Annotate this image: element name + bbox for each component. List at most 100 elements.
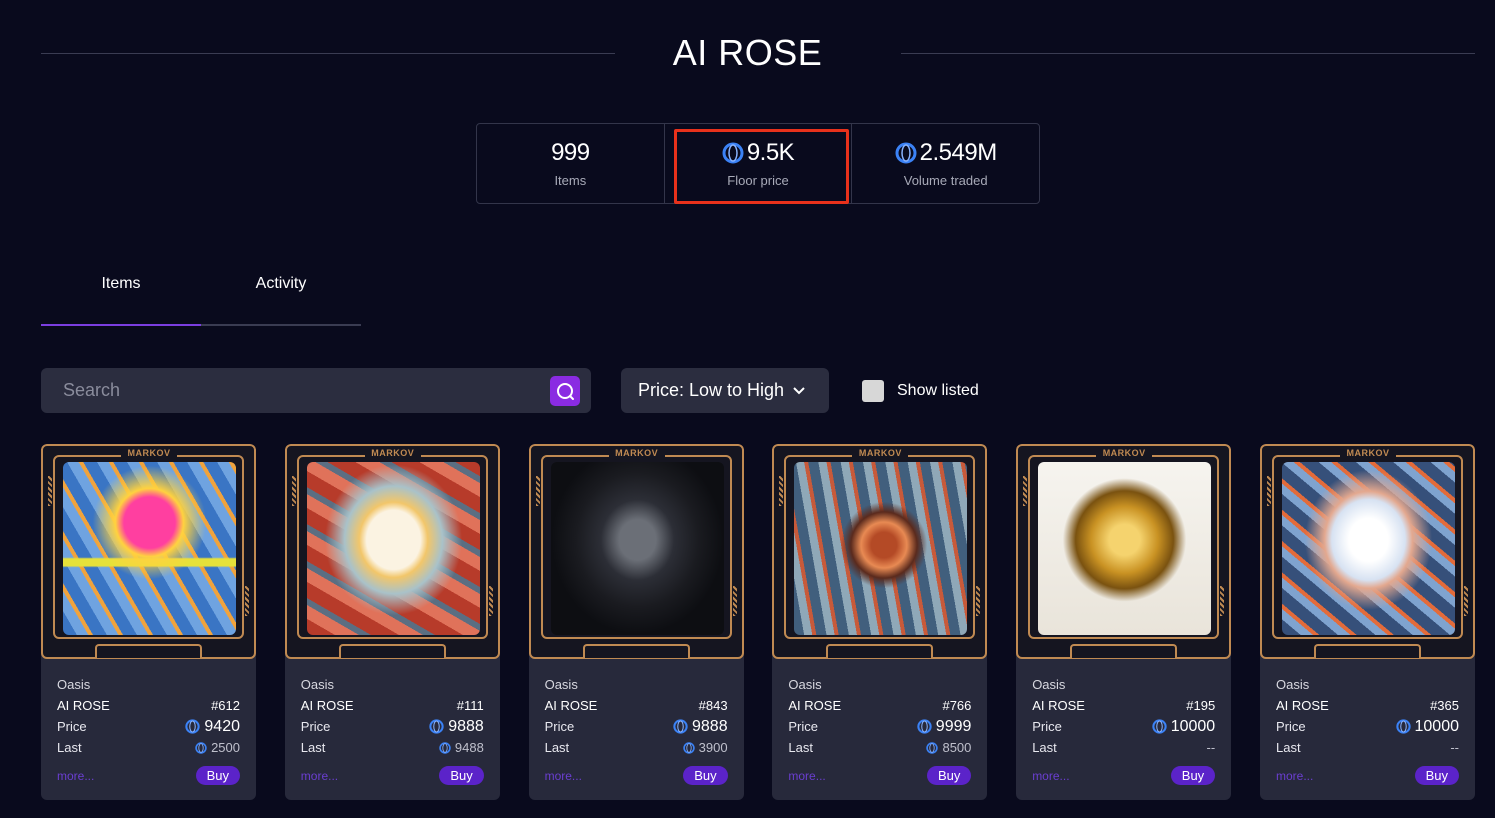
price-label: Price (57, 719, 87, 734)
oasis-token-icon (1395, 719, 1411, 734)
price-amount: 9999 (935, 717, 972, 735)
card-frame: MARKOV (41, 444, 256, 659)
frame-hatch (245, 586, 249, 616)
nft-name: AI ROSE (544, 698, 598, 713)
frame-bottom-tab (1314, 644, 1421, 658)
buy-button[interactable]: Buy (1414, 766, 1459, 785)
tab-items[interactable]: Items (41, 266, 201, 326)
token-id: #612 (211, 698, 240, 713)
stat-floor-price: 9.5K Floor price (663, 124, 852, 203)
nft-card[interactable]: MARKOV Oasis AI ROSE #843 Price 9888 Las… (528, 444, 744, 800)
frame-hatch (488, 586, 493, 616)
price-value: 9888 (673, 718, 728, 736)
frame-hatch (976, 586, 981, 616)
price-amount: 10000 (1414, 717, 1460, 735)
show-listed-toggle[interactable]: Show listed (862, 380, 979, 402)
last-label: Last (1276, 740, 1301, 755)
frame-label: MARKOV (608, 448, 665, 462)
frame-hatch (779, 476, 784, 506)
last-label: Last (57, 740, 82, 755)
card-frame: MARKOV (772, 444, 988, 659)
search-button[interactable] (550, 376, 580, 406)
buy-button[interactable]: Buy (683, 766, 728, 785)
card-footer: more... Buy (545, 766, 728, 785)
last-value: 3900 (682, 740, 728, 755)
price-amount: 9420 (204, 717, 240, 735)
stat-value-text: 999 (551, 139, 590, 166)
card-footer: more... Buy (301, 766, 484, 785)
more-link[interactable]: more... (1032, 769, 1069, 783)
frame-bottom-tab (826, 644, 934, 658)
price-label: Price (788, 719, 819, 734)
nft-card[interactable]: MARKOV Oasis AI ROSE #111 Price 9888 Las… (284, 444, 500, 800)
token-id: #766 (942, 698, 972, 713)
card-info: Oasis AI ROSE #111 Price 9888 Last 9488 (301, 674, 484, 758)
more-link[interactable]: more... (1276, 769, 1313, 783)
nft-image[interactable] (1282, 462, 1455, 635)
price-value: 10000 (1152, 718, 1215, 736)
nft-image[interactable] (63, 462, 236, 635)
nft-card[interactable]: MARKOV Oasis AI ROSE #195 Price 10000 La… (1016, 444, 1232, 800)
nft-name: AI ROSE (788, 698, 842, 713)
frame-bottom-tab (1070, 644, 1178, 658)
buy-button[interactable]: Buy (926, 766, 972, 785)
nft-card[interactable]: MARKOV Oasis AI ROSE #766 Price 9999 Las… (772, 444, 988, 800)
last-value: 8500 (926, 740, 971, 755)
card-footer: more... Buy (57, 766, 240, 785)
frame-hatch (48, 476, 52, 506)
card-info: Oasis AI ROSE #195 Price 10000 Last -- (1032, 674, 1215, 758)
last-value: -- (1207, 740, 1216, 755)
card-info: Oasis AI ROSE #365 Price 10000 Last -- (1276, 674, 1459, 758)
nft-card[interactable]: MARKOV Oasis AI ROSE #612 Price 9420 Las… (41, 444, 256, 800)
stat-label: Items (554, 173, 587, 188)
oasis-token-icon (917, 719, 932, 734)
buy-button[interactable]: Buy (195, 766, 240, 785)
more-link[interactable]: more... (301, 769, 338, 783)
stats-panel: 999 Items 9.5K Floor price 2.549M Volume… (476, 123, 1040, 204)
nft-image[interactable] (1038, 462, 1212, 635)
sort-dropdown[interactable]: Price: Low to High (621, 368, 829, 413)
oasis-token-icon (185, 719, 201, 734)
frame-hatch (535, 476, 540, 506)
oasis-token-icon (926, 741, 939, 754)
show-listed-checkbox[interactable] (862, 380, 884, 402)
frame-bottom-tab (95, 644, 202, 658)
last-label: Last (300, 740, 326, 755)
more-link[interactable]: more... (57, 769, 94, 783)
last-amount: 8500 (942, 740, 972, 755)
price-value: 10000 (1395, 717, 1460, 736)
card-footer: more... Buy (1032, 766, 1216, 785)
price-value: 9999 (917, 717, 972, 736)
card-footer: more... Buy (1276, 766, 1459, 785)
last-amount: 2500 (211, 740, 240, 755)
nft-name: AI ROSE (1032, 698, 1085, 713)
oasis-token-icon (722, 142, 744, 164)
frame-label: MARKOV (852, 448, 909, 462)
frame-hatch (1023, 476, 1028, 506)
search-icon (557, 383, 574, 400)
search-input[interactable] (41, 368, 541, 413)
nft-card[interactable]: MARKOV Oasis AI ROSE #365 Price 10000 La… (1260, 444, 1475, 800)
token-id: #111 (456, 698, 484, 713)
last-label: Last (544, 740, 570, 755)
oasis-token-icon (1152, 719, 1167, 734)
nft-image[interactable] (794, 462, 968, 635)
more-link[interactable]: more... (788, 769, 825, 783)
chevron-down-icon (793, 386, 805, 394)
nft-image[interactable] (550, 462, 724, 635)
collection-name: Oasis (788, 677, 822, 692)
last-amount: -- (1450, 740, 1459, 755)
tab-activity[interactable]: Activity (201, 266, 361, 324)
price-label: Price (1276, 719, 1306, 734)
oasis-token-icon (439, 741, 451, 754)
price-amount: 9888 (448, 717, 484, 735)
buy-button[interactable]: Buy (439, 766, 484, 785)
card-frame: MARKOV (1016, 444, 1232, 659)
stat-label: Volume traded (903, 173, 988, 188)
frame-label: MARKOV (121, 448, 177, 462)
price-label: Price (1032, 719, 1062, 734)
frame-hatch (291, 476, 296, 506)
nft-image[interactable] (306, 462, 480, 635)
buy-button[interactable]: Buy (1170, 766, 1216, 785)
more-link[interactable]: more... (545, 769, 582, 783)
